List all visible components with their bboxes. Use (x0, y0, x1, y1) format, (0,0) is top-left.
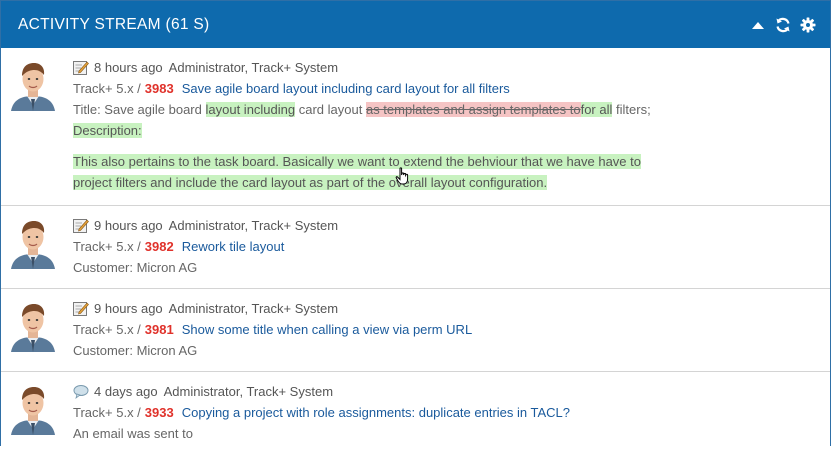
activity-stream-panel: ACTIVITY STREAM (61 S) 8 hours ago Admin… (0, 0, 831, 446)
description-label: Description: (73, 123, 142, 138)
avatar (7, 59, 59, 111)
panel-header: ACTIVITY STREAM (61 S) (1, 1, 830, 48)
issue-title-link[interactable]: Save agile board layout including card l… (182, 81, 510, 96)
description-text: This also pertains to the task board. Ba… (73, 154, 641, 169)
entry-issue: Track+ 5.x /3983 Save agile board layout … (73, 78, 820, 99)
hand-cursor-icon (395, 167, 409, 185)
entry-issue: Track+ 5.x /3981 Show some title when cal… (73, 319, 820, 340)
avatar (7, 300, 59, 352)
panel-title: ACTIVITY STREAM (61 S) (18, 15, 210, 33)
entry-meta: 8 hours ago Administrator, Track+ System (73, 57, 820, 78)
collapse-up-icon[interactable] (750, 17, 766, 33)
avatar (7, 383, 59, 435)
issue-title-link[interactable]: Rework tile layout (182, 239, 285, 254)
entry-time: 9 hours ago (94, 301, 163, 316)
entry-author: Administrator, Track+ System (168, 60, 339, 75)
change-title-line: Title: Save agile board layout including… (73, 99, 820, 120)
edit-icon (73, 218, 89, 233)
gear-icon[interactable] (800, 17, 816, 33)
project-name: Track+ 5.x / (73, 405, 141, 420)
entry-issue: Track+ 5.x /3933 Copying a project with r… (73, 402, 820, 423)
change-title-label: Title: Save agile board (73, 102, 202, 117)
entry-author: Administrator, Track+ System (168, 301, 339, 316)
entry-meta: 4 days ago Administrator, Track+ System (73, 381, 820, 402)
issue-number: 3933 (144, 405, 174, 420)
activity-entry: 9 hours ago Administrator, Track+ System… (1, 205, 830, 289)
entry-time: 4 days ago (94, 384, 158, 399)
issue-number: 3983 (144, 81, 174, 96)
entry-detail: An email was sent to (73, 426, 193, 441)
avatar (7, 217, 59, 269)
activity-entry: 4 days ago Administrator, Track+ System … (1, 371, 830, 461)
project-name: Track+ 5.x / (73, 322, 141, 337)
entry-author: Administrator, Track+ System (163, 384, 334, 399)
entry-meta: 9 hours ago Administrator, Track+ System (73, 298, 820, 319)
entry-time: 8 hours ago (94, 60, 163, 75)
change-added-text: for all (580, 102, 613, 117)
entry-detail: Customer: Micron AG (73, 343, 198, 358)
issue-title-link[interactable]: Copying a project with role assignments:… (182, 405, 570, 420)
activity-entry: 9 hours ago Administrator, Track+ System… (1, 288, 830, 372)
entry-detail: Customer: Micron AG (73, 260, 198, 275)
description-text: project filters and include the card lay… (73, 175, 548, 190)
edit-icon (73, 301, 89, 316)
entry-issue: Track+ 5.x /3982 Rework tile layout (73, 236, 820, 257)
project-name: Track+ 5.x / (73, 239, 141, 254)
project-name: Track+ 5.x / (73, 81, 141, 96)
activity-entry: 8 hours ago Administrator, Track+ System… (1, 48, 830, 206)
comment-icon (73, 384, 89, 399)
entry-meta: 9 hours ago Administrator, Track+ System (73, 215, 820, 236)
header-tools (750, 17, 816, 33)
change-unchanged-text: card layout (298, 102, 363, 117)
issue-number: 3981 (144, 322, 174, 337)
refresh-icon[interactable] (775, 17, 791, 33)
issue-title-link[interactable]: Show some title when calling a view via … (182, 322, 472, 337)
entry-time: 9 hours ago (94, 218, 163, 233)
change-deleted-text: as templates and assign templates to (365, 102, 581, 117)
change-added-text: layout including (205, 102, 296, 117)
change-unchanged-text: filters; (616, 102, 651, 117)
entry-author: Administrator, Track+ System (168, 218, 339, 233)
edit-icon (73, 60, 89, 75)
issue-number: 3982 (144, 239, 174, 254)
